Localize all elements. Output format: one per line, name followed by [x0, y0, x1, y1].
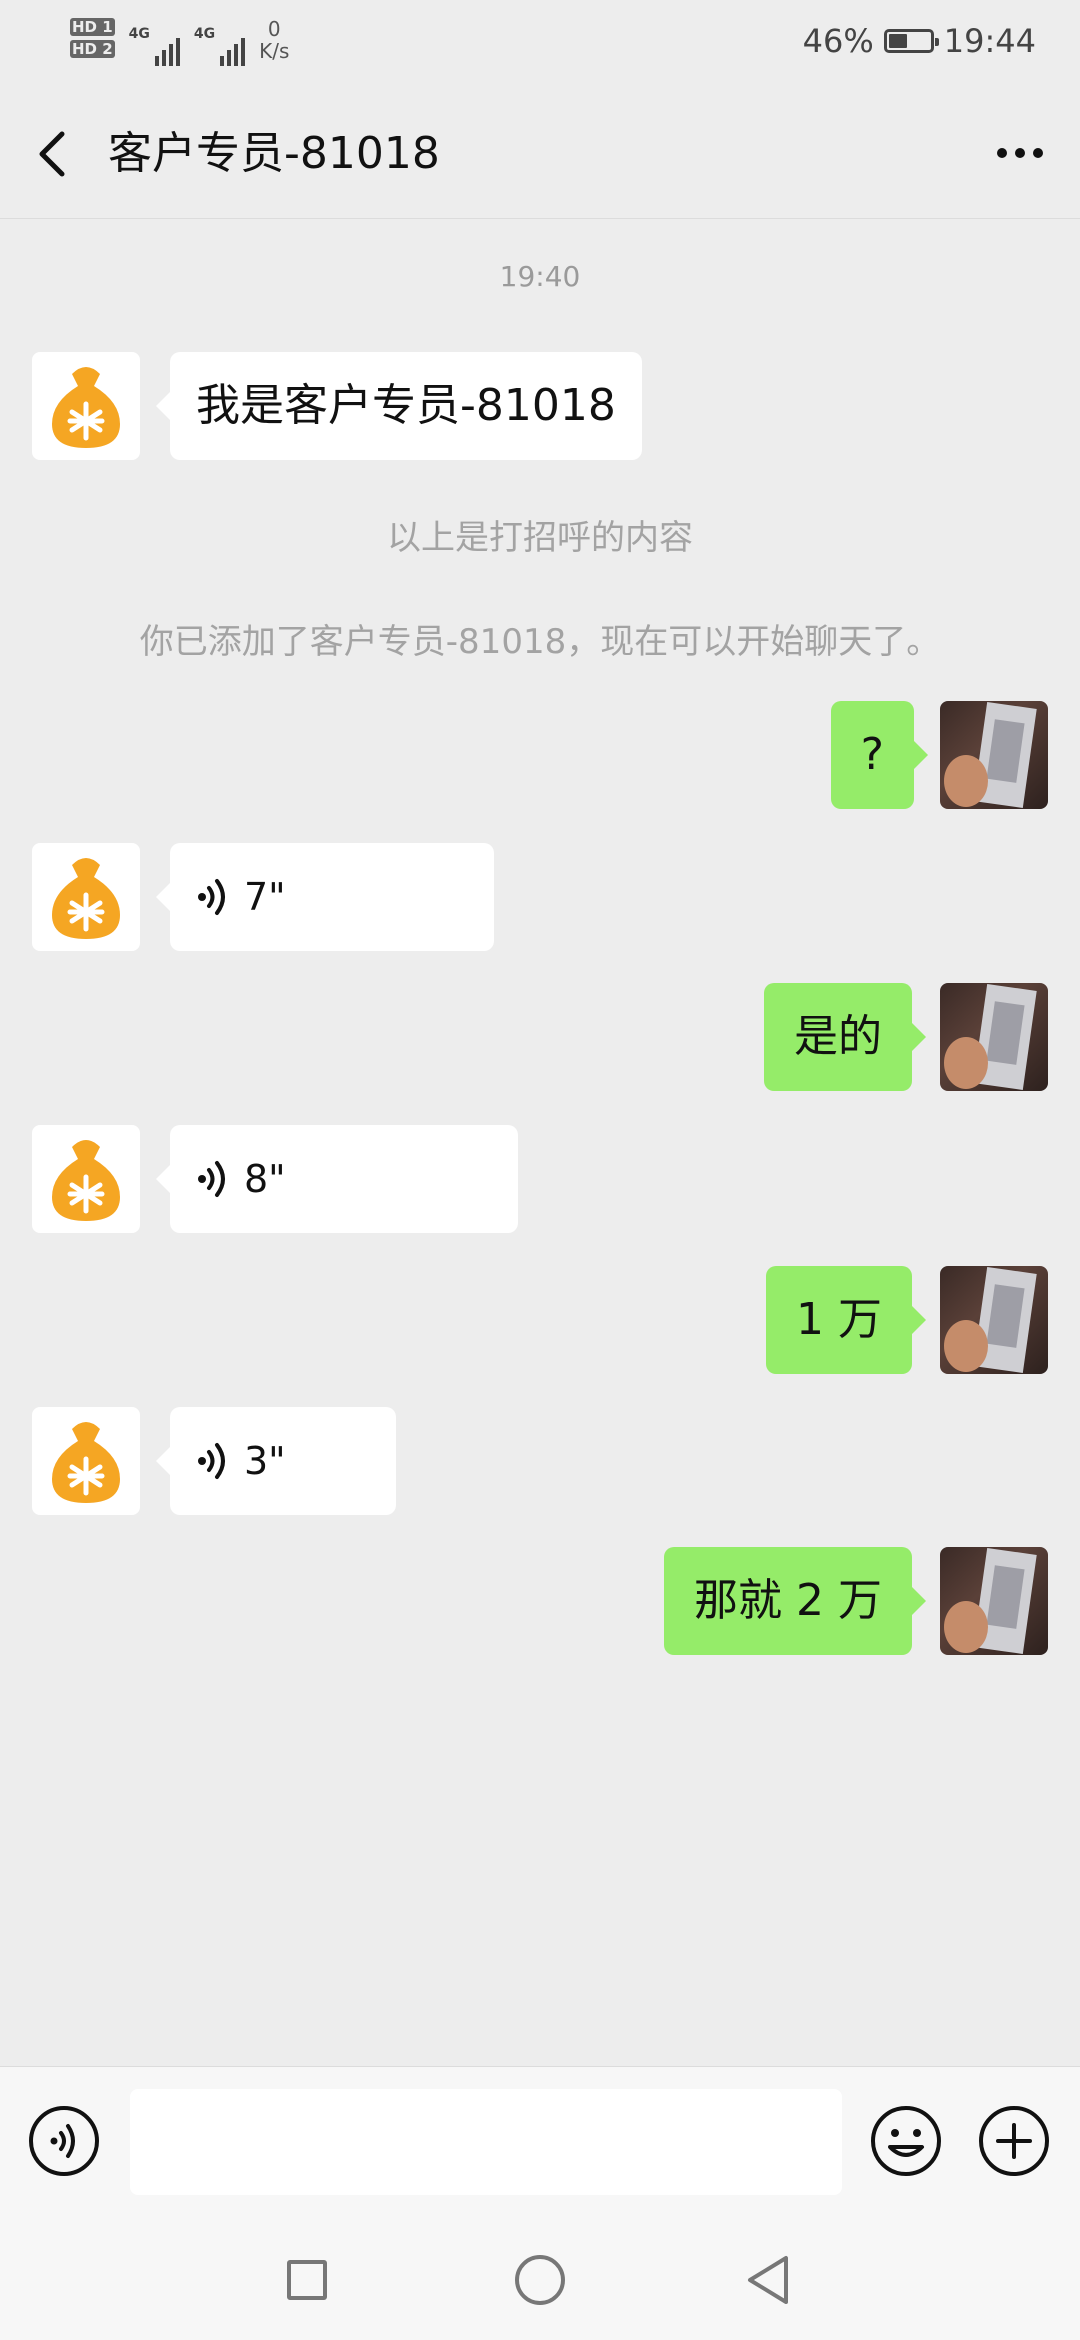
incoming-message[interactable]: 我是客户专员-81018: [156, 352, 642, 460]
outgoing-message[interactable]: 那就 2 万: [664, 1547, 926, 1655]
chat-title: 客户专员-81018: [108, 128, 440, 179]
voice-message[interactable]: 3": [156, 1407, 396, 1515]
input-bar: [0, 2066, 1080, 2211]
emoji-button[interactable]: [870, 2105, 942, 2177]
chat-header: 客户专员-81018: [0, 88, 1080, 219]
voice-mode-button[interactable]: [28, 2105, 100, 2177]
contact-avatar[interactable]: [32, 1407, 140, 1515]
triangle-back-icon[interactable]: [744, 2252, 792, 2308]
contact-avatar[interactable]: [32, 1125, 140, 1233]
battery-icon: [883, 29, 939, 53]
chevron-left-icon: [39, 131, 65, 177]
signal-2-icon: 4G: [193, 26, 246, 66]
user-photo-icon: [944, 1267, 1037, 1373]
voice-wave-icon: [198, 1161, 225, 1197]
my-avatar[interactable]: [940, 701, 1048, 809]
plus-icon: [979, 2106, 1049, 2176]
user-photo-icon: [944, 984, 1037, 1090]
outgoing-message[interactable]: ?: [830, 701, 929, 809]
contact-avatar[interactable]: [32, 843, 140, 951]
more-horizontal-icon: [997, 148, 1043, 158]
voice-content: 7": [196, 843, 468, 951]
network-speed: 0 K/s: [259, 18, 289, 62]
user-photo-icon: [944, 702, 1037, 808]
chat-area[interactable]: 19:40 我是客户专员-81018 以上是打招呼的内容 你已添加了客户专员-8…: [0, 218, 1080, 2066]
my-avatar[interactable]: [940, 1266, 1048, 1374]
message-text: 1 万: [796, 1294, 882, 1345]
outgoing-message[interactable]: 1 万: [766, 1266, 926, 1374]
system-notice: 以上是打招呼的内容: [387, 518, 693, 558]
status-left: HD 1 HD 2 4G 4G 0 K/s: [70, 16, 289, 66]
network-speed-unit: K/s: [259, 39, 290, 63]
money-bag-icon: [52, 858, 120, 939]
message-input[interactable]: [130, 2089, 842, 2195]
voice-message[interactable]: 7": [156, 843, 494, 951]
message-text: ?: [860, 729, 884, 780]
emoji-icon: [871, 2106, 941, 2176]
my-avatar[interactable]: [940, 1547, 1048, 1655]
outgoing-message[interactable]: 是的: [764, 983, 926, 1091]
voice-wave-icon: [198, 879, 225, 915]
triangle-back-shape: [748, 2256, 788, 2304]
signal-1-label: 4G: [128, 26, 150, 42]
back-button[interactable]: [28, 126, 78, 182]
money-bag-icon: [52, 1422, 120, 1503]
more-button[interactable]: [988, 128, 1052, 178]
status-bar: HD 1 HD 2 4G 4G 0 K/s 46% 19:44: [0, 0, 1080, 88]
network-speed-value: 0: [267, 17, 281, 41]
voice-content: 3": [196, 1407, 370, 1515]
voice-content: 8": [196, 1125, 492, 1233]
sim1-badge: HD 1: [70, 18, 115, 36]
battery-fill: [888, 34, 908, 48]
system-notice: 你已添加了客户专员-81018，现在可以开始聊天了。: [139, 622, 941, 662]
voice-duration: 3": [244, 1439, 286, 1483]
clock: 19:44: [943, 22, 1036, 60]
my-avatar[interactable]: [940, 983, 1048, 1091]
sim2-badge: HD 2: [70, 40, 115, 58]
voice-wave-icon: [198, 1443, 225, 1479]
square-icon[interactable]: [287, 2260, 327, 2300]
voice-duration: 7": [244, 875, 286, 919]
system-navigation-bar: [0, 2210, 1080, 2340]
voice-message[interactable]: 8": [156, 1125, 518, 1233]
signal-2-label: 4G: [193, 26, 216, 42]
battery-percent: 46%: [802, 22, 874, 60]
message-text: 我是客户专员-81018: [196, 380, 616, 431]
circle-icon[interactable]: [515, 2255, 565, 2305]
more-functions-button[interactable]: [978, 2105, 1050, 2177]
voice-duration: 8": [244, 1157, 286, 1201]
sim-indicators: HD 1 HD 2: [70, 16, 115, 60]
status-right: 46% 19:44: [803, 22, 1036, 60]
message-text: 那就 2 万: [694, 1575, 882, 1626]
money-bag-icon: [52, 367, 120, 448]
message-text: 是的: [794, 1011, 882, 1062]
user-photo-icon: [944, 1548, 1037, 1654]
signal-1-icon: 4G: [129, 26, 180, 66]
money-bag-icon: [52, 1140, 120, 1221]
contact-avatar[interactable]: [32, 352, 140, 460]
message-timestamp: 19:40: [499, 260, 581, 293]
voice-mode-icon: [29, 2106, 99, 2176]
